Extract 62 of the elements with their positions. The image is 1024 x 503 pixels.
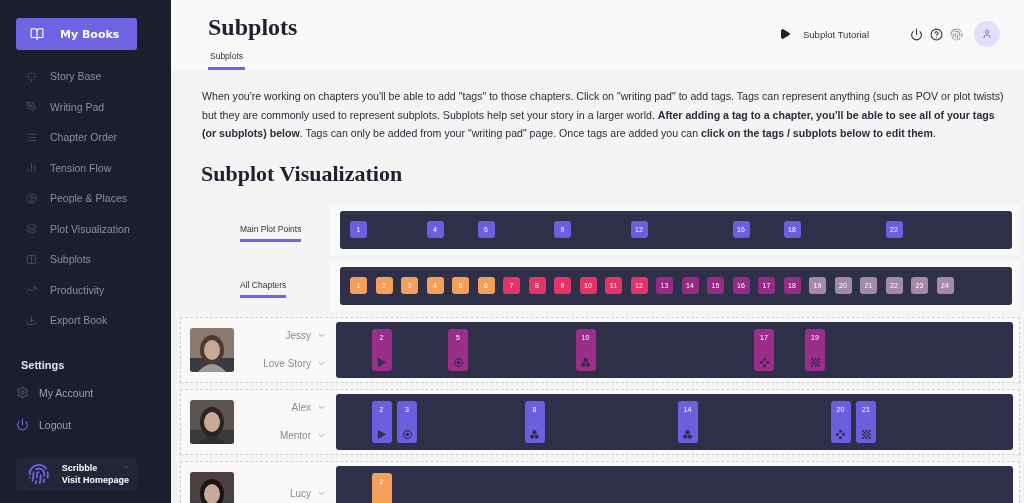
power-icon[interactable] — [910, 27, 923, 41]
checker-icon — [861, 429, 871, 439]
nav-item[interactable]: Writing Pad — [0, 91, 171, 122]
subplot-select[interactable]: Love Story — [263, 358, 326, 369]
layers-icon — [26, 223, 37, 235]
target-icon — [402, 429, 412, 439]
book-icon — [30, 27, 44, 41]
character-select[interactable]: Lucy — [289, 488, 326, 499]
tab[interactable]: Subplots — [208, 51, 246, 70]
help-icon[interactable] — [930, 27, 943, 41]
nav-item[interactable]: Export Book — [0, 305, 171, 336]
play-icon — [779, 28, 791, 40]
settings-heading: Settings — [21, 358, 66, 371]
chevron-icon — [317, 359, 326, 368]
list-icon — [26, 131, 37, 143]
checker-icon — [810, 357, 820, 367]
trefoil-icon — [581, 357, 590, 367]
loader-icon — [26, 70, 37, 82]
my-books-button[interactable]: My Books — [16, 18, 137, 50]
trefoil-icon — [530, 429, 539, 439]
trefoil-icon — [683, 429, 692, 439]
nav-item[interactable]: People & Places — [0, 183, 171, 214]
section-heading: Subplot Visualization — [201, 160, 404, 187]
settings-icon — [16, 386, 29, 399]
nav-item[interactable]: Story Base — [0, 61, 171, 92]
chevron-icon — [121, 462, 131, 472]
tutorial-button[interactable]: Subplot Tutorial — [773, 27, 875, 41]
page-title: Subplots — [208, 14, 298, 41]
target-icon — [453, 357, 463, 367]
fingerprint-icon[interactable] — [950, 27, 963, 41]
nav-item[interactable]: Productivity — [0, 274, 171, 305]
pen-icon — [26, 101, 37, 113]
fingerprint-icon — [28, 463, 50, 485]
intro-paragraph: When you're working on chapters you'll be able to add "tags" to those chapters. Click on "writing pad" to add tags. Tags can represent anything (such as POV or plot twists) but they are commonly used to represent subplots. Subplots help set your story in a larger world. After adding a tag to a chapter, you'll be able to see all of your tags (or subplots) below. Tags can only be added from your "writing pad" page. Once tags are added you can click on the tags / subplots below to edit them. — [202, 89, 1005, 141]
user-icon — [982, 29, 992, 39]
chevron-icon — [317, 331, 326, 340]
diamond-icon — [759, 357, 769, 367]
play-icon — [377, 429, 386, 439]
nav-item[interactable]: Subplots — [0, 244, 171, 275]
play-icon — [377, 357, 386, 367]
settings-item[interactable]: Logout — [0, 408, 171, 441]
character-select[interactable]: Alex — [291, 402, 326, 413]
chevron-icon — [317, 431, 326, 440]
settings-item[interactable]: My Account — [0, 376, 171, 409]
homepage-card[interactable]: Scribble Visit Homepage — [16, 457, 137, 491]
character-select[interactable]: Jessy — [285, 330, 326, 341]
homepage-link[interactable]: Visit Homepage — [61, 475, 129, 485]
bar-chart-icon — [26, 162, 37, 174]
power-icon — [16, 418, 29, 431]
diamond-icon — [836, 429, 845, 439]
download-icon — [26, 314, 37, 326]
subplot-select[interactable]: Mentor — [279, 430, 326, 441]
row-label: All Chapters — [240, 279, 287, 298]
nav-item[interactable]: Tension Flow — [0, 152, 171, 183]
chevron-icon — [317, 403, 326, 412]
columns-icon — [26, 253, 37, 265]
nav-item[interactable]: Plot Visualization — [0, 213, 171, 244]
row-label: Main Plot Points — [240, 223, 302, 242]
nav-item[interactable]: Chapter Order — [0, 122, 171, 153]
chevron-icon — [317, 489, 326, 498]
user-circle-icon — [26, 192, 37, 204]
app-name: Scribble — [61, 463, 98, 473]
